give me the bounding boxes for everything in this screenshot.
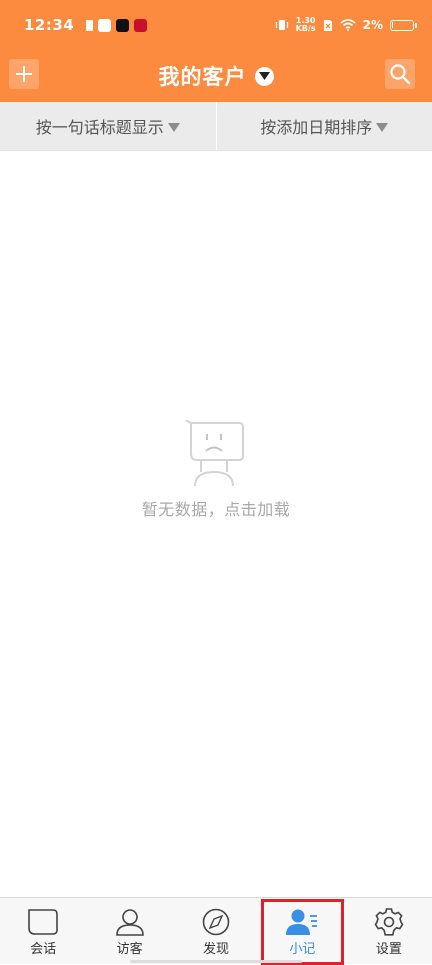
bottom-nav: 会话 访客 发现 小记 设置 xyxy=(0,897,432,964)
sort-filter[interactable]: 按添加日期排序 xyxy=(217,102,432,150)
battery-icon xyxy=(390,20,414,31)
plus-icon xyxy=(14,64,34,84)
vibrate-icon xyxy=(275,19,289,31)
empty-message: 暂无数据，点击加载 xyxy=(142,496,291,520)
battery-percent: 2% xyxy=(363,18,383,32)
nav-label-visitors: 访客 xyxy=(117,938,143,957)
add-button[interactable] xyxy=(9,59,39,89)
nav-label-settings: 设置 xyxy=(376,938,402,957)
nav-item-settings[interactable]: 设置 xyxy=(346,898,432,964)
network-speed: 1.30 KB/s xyxy=(296,17,316,33)
title-dropdown[interactable]: 我的客户 xyxy=(159,61,274,91)
nav-item-discover[interactable]: 发现 xyxy=(173,898,259,964)
visitor-icon xyxy=(114,908,146,936)
search-icon xyxy=(389,63,411,85)
status-bar: 12:34 1.30 KB/s 2% xyxy=(0,0,432,50)
chat-icon xyxy=(27,908,59,936)
status-time: 12:34 xyxy=(24,16,74,34)
sad-face-placeholder-icon xyxy=(185,420,247,486)
title-bar: 我的客户 xyxy=(0,50,432,102)
compass-icon xyxy=(200,908,232,936)
dropdown-icon xyxy=(255,67,274,86)
title-display-filter-label: 按一句话标题显示 xyxy=(36,114,164,138)
title-display-filter[interactable]: 按一句话标题显示 xyxy=(0,102,216,150)
nav-item-visitors[interactable]: 访客 xyxy=(86,898,172,964)
nav-item-chat[interactable]: 会话 xyxy=(0,898,86,964)
app-notification-icon xyxy=(98,19,111,32)
sort-filter-label: 按添加日期排序 xyxy=(260,114,372,138)
nav-label-notes: 小记 xyxy=(289,938,315,957)
tiktok-icon xyxy=(116,19,129,32)
home-indicator xyxy=(130,960,302,963)
caret-down-icon xyxy=(376,123,388,132)
caret-down-icon xyxy=(168,123,180,132)
network-speed-unit: KB/s xyxy=(296,25,316,33)
sim-icon xyxy=(86,20,93,31)
gear-icon xyxy=(373,908,405,936)
empty-state[interactable]: 暂无数据，点击加载 xyxy=(0,420,432,520)
nav-label-chat: 会话 xyxy=(30,938,56,957)
news-app-icon xyxy=(134,19,147,32)
nav-label-discover: 发现 xyxy=(203,938,229,957)
notes-person-icon xyxy=(286,908,318,936)
nav-item-notes[interactable]: 小记 xyxy=(259,898,345,964)
search-button[interactable] xyxy=(385,59,415,89)
status-right: 1.30 KB/s 2% xyxy=(275,17,414,33)
wifi-icon xyxy=(340,19,356,31)
page-title: 我的客户 xyxy=(159,61,247,91)
notification-icons xyxy=(86,19,147,32)
no-sim-icon xyxy=(323,19,333,32)
filter-bar: 按一句话标题显示 按添加日期排序 xyxy=(0,102,432,151)
battery-fill xyxy=(392,22,393,28)
